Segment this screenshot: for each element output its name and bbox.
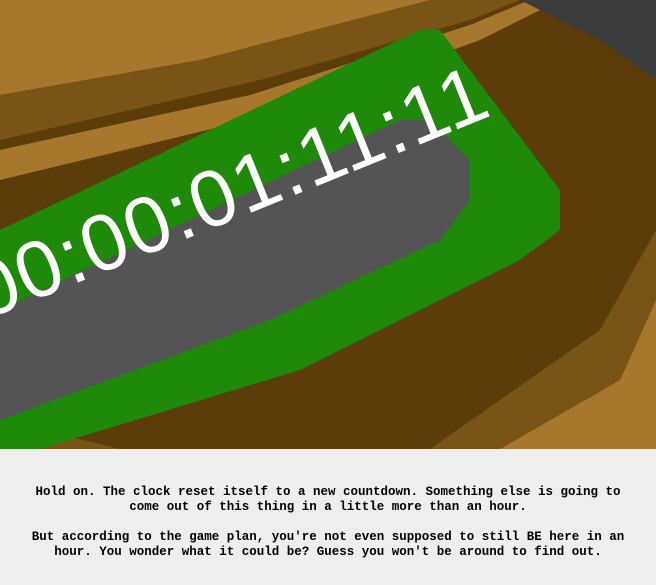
device-illustration — [0, 0, 656, 449]
caption-paragraph-1: Hold on. The clock reset itself to a new… — [35, 485, 621, 514]
story-caption: Hold on. The clock reset itself to a new… — [0, 449, 656, 585]
game-scene: 00:00:01:11:11 — [0, 0, 656, 449]
game-page: 00:00:01:11:11 Hold on. The clock reset … — [0, 0, 656, 585]
caption-paragraph-2: But according to the game plan, you're n… — [31, 530, 625, 559]
